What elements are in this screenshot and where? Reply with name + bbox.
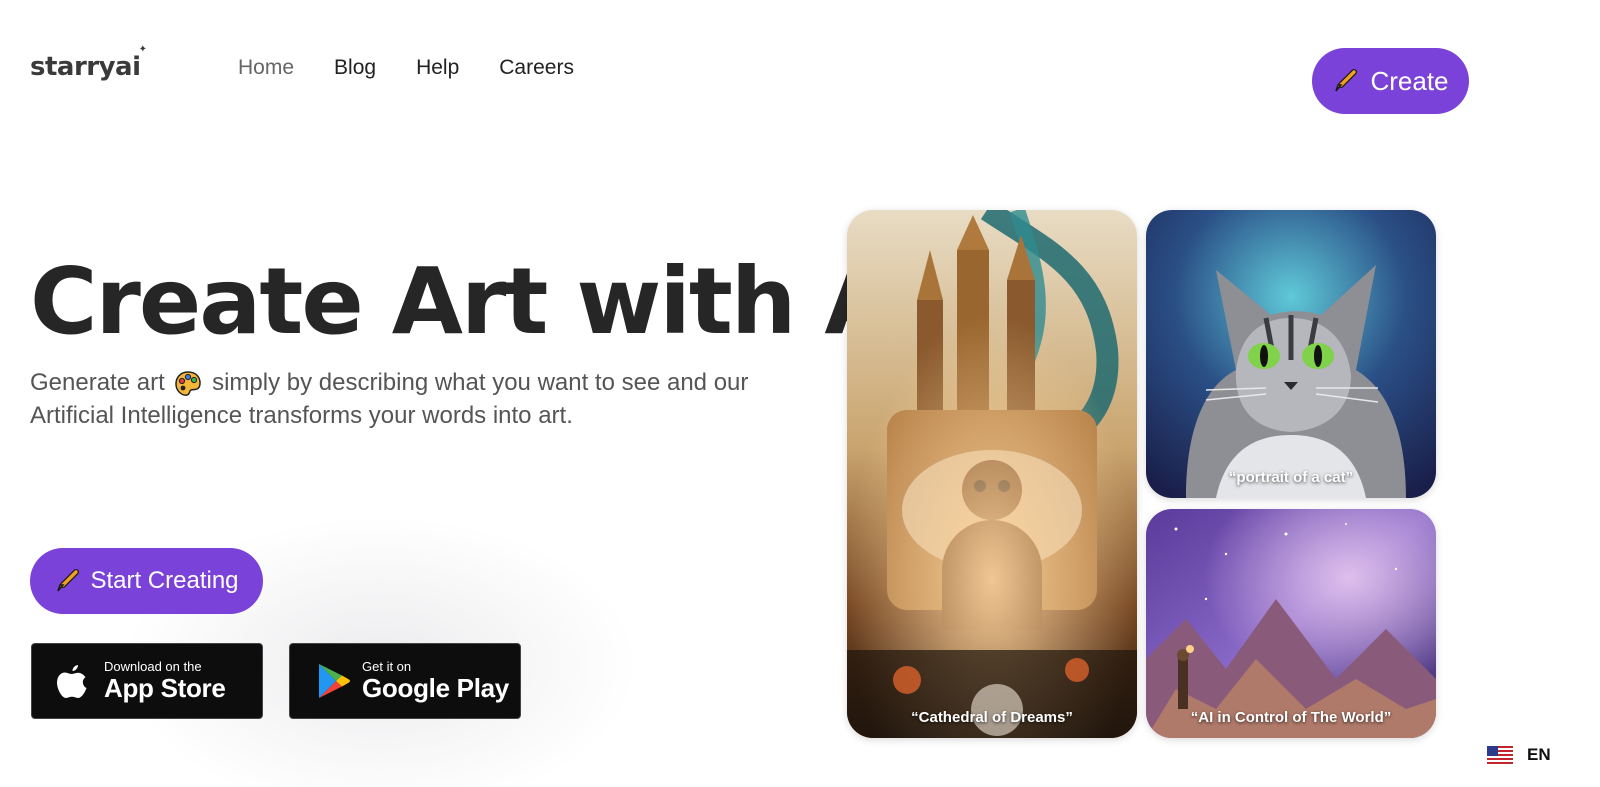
nav-help[interactable]: Help — [416, 56, 459, 80]
gallery-card-cathedral[interactable]: “Cathedral of Dreams” — [847, 210, 1137, 738]
gallery-card-cat[interactable]: “portrait of a cat” — [1146, 210, 1436, 498]
create-button[interactable]: Create — [1312, 48, 1469, 114]
gallery-card-world[interactable]: “AI in Control of The World” — [1146, 509, 1436, 738]
nav-blog[interactable]: Blog — [334, 56, 376, 80]
paintbrush-icon — [1335, 69, 1358, 92]
logo[interactable]: starryai ✦ — [30, 44, 147, 82]
start-creating-label: Start Creating — [90, 567, 239, 594]
paintbrush-icon — [57, 569, 80, 592]
nav-careers[interactable]: Careers — [499, 56, 574, 80]
google-play-label: Google Play — [362, 673, 509, 703]
main-nav: Home Blog Help Careers — [238, 56, 574, 80]
nav-home[interactable]: Home — [238, 56, 294, 80]
us-flag-icon — [1487, 746, 1513, 764]
app-store-label: App Store — [104, 673, 226, 703]
app-store-button[interactable]: Download on the App Store — [31, 643, 263, 719]
app-store-small-text: Download on the — [104, 659, 202, 674]
sparkle-icon: ✦ — [138, 44, 147, 55]
google-play-button[interactable]: Get it on Google Play — [289, 643, 521, 719]
google-play-small-text: Get it on — [362, 659, 412, 674]
gallery-caption: “Cathedral of Dreams” — [911, 709, 1073, 726]
hero-subtitle-start: Generate art — [30, 369, 165, 396]
gallery-caption: “portrait of a cat” — [1228, 469, 1354, 486]
google-play-icon — [319, 664, 350, 698]
palette-icon — [175, 370, 202, 396]
hero-title: Create Art with AI — [30, 248, 928, 355]
create-button-label: Create — [1370, 65, 1449, 96]
language-code: EN — [1527, 745, 1551, 764]
language-selector[interactable]: EN — [1487, 745, 1551, 765]
hero-subtitle: Generate art simply by describing what y… — [30, 366, 750, 432]
start-creating-button[interactable]: Start Creating — [30, 548, 263, 614]
gallery-caption: “AI in Control of The World” — [1190, 709, 1392, 726]
mountain-galaxy-artwork — [1146, 509, 1436, 738]
cat-artwork — [1146, 210, 1436, 498]
cathedral-artwork — [847, 210, 1137, 738]
apple-icon — [57, 665, 87, 698]
